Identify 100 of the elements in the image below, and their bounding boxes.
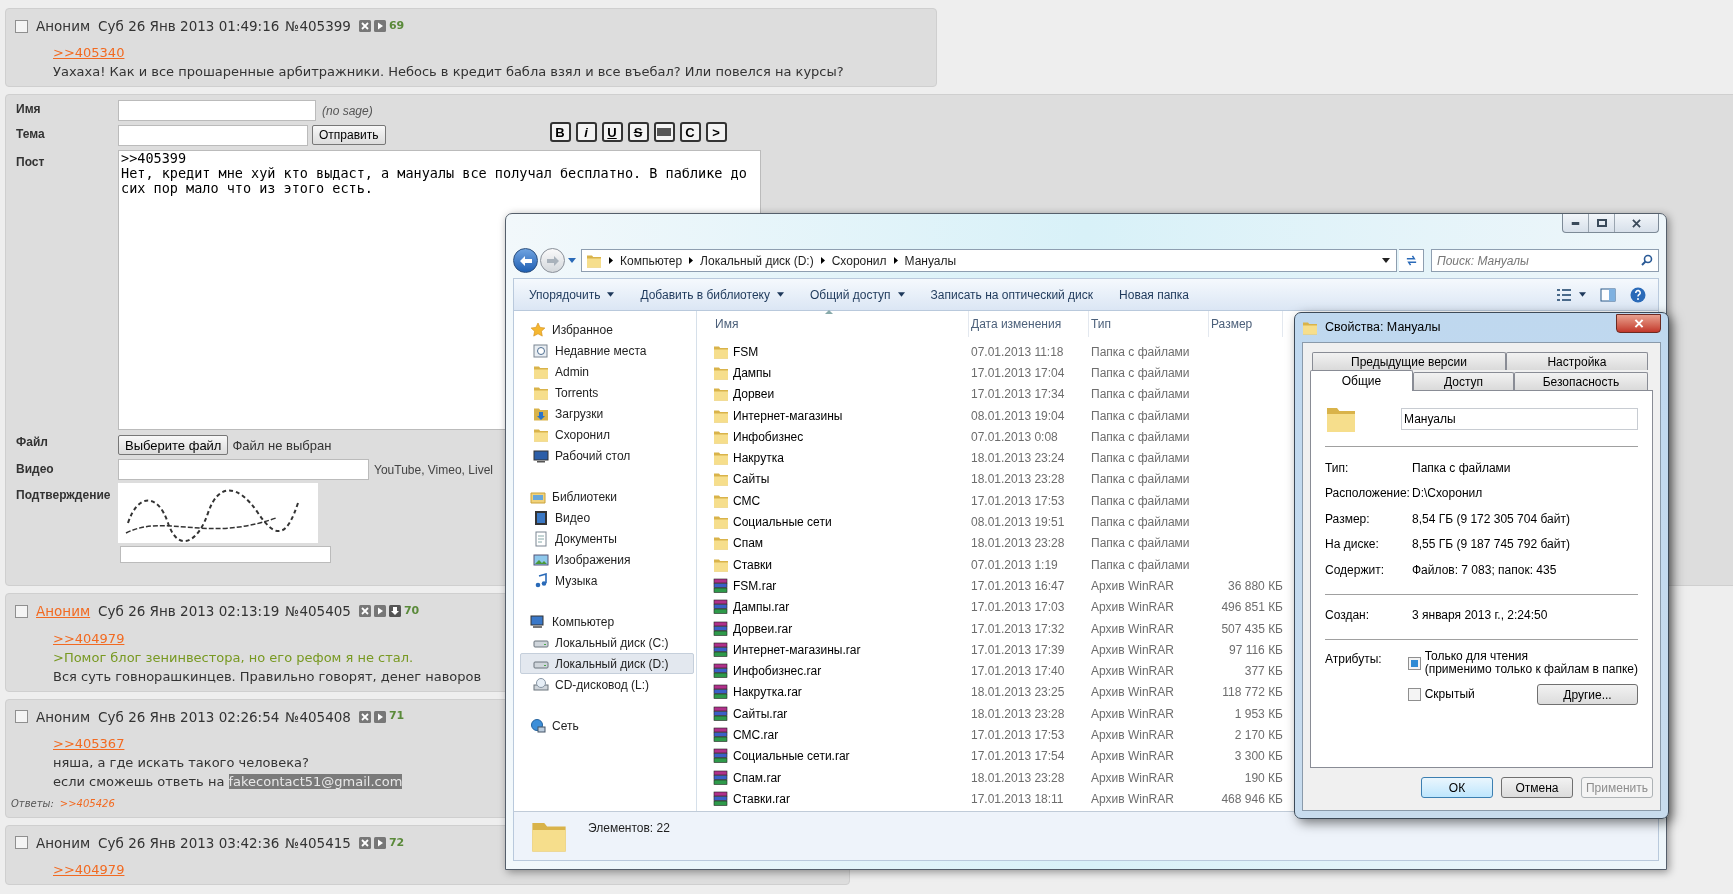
breadcrumb-item[interactable]: Компьютер [620, 251, 683, 270]
nav-group[interactable]: Компьютер [530, 611, 694, 632]
address-bar[interactable]: Компьютер Локальный диск (D:) Схоронил Мануалы [581, 249, 1397, 272]
checkbox[interactable] [15, 604, 28, 618]
checkbox[interactable] [15, 836, 28, 850]
chevron-icon[interactable] [820, 257, 825, 264]
folder-name-field[interactable]: Мануалы [1401, 408, 1638, 430]
preview-pane-icon[interactable] [1600, 287, 1616, 302]
column-header[interactable]: Дата изменения [969, 311, 1089, 337]
submit-button[interactable]: Отправить [312, 125, 386, 146]
breadcrumb-item[interactable]: Мануалы [904, 251, 957, 270]
checkbox-label[interactable]: Скрытый [1424, 688, 1475, 701]
toolbar-button[interactable]: Упорядочить [520, 281, 624, 308]
markup-button[interactable]: B [549, 122, 571, 143]
checkbox[interactable] [1407, 688, 1421, 701]
post-number[interactable]: №405399 [285, 16, 351, 37]
file-name[interactable]: Сайты [713, 470, 969, 489]
nav-item[interactable]: Torrents [520, 382, 694, 403]
file-name[interactable]: Интернет-магазины.rar [713, 640, 969, 659]
toolbar-button[interactable]: Общий доступ [800, 281, 914, 308]
other-attributes-button[interactable]: Другие... [1537, 684, 1638, 705]
file-name[interactable]: Инфобизнес.rar [713, 662, 969, 681]
play-icon[interactable] [373, 836, 386, 849]
help-icon[interactable] [1630, 286, 1646, 303]
tab[interactable]: Предыдущие версии [1312, 352, 1506, 370]
nav-item[interactable]: Локальный диск (D:) [520, 653, 694, 674]
nav-group[interactable]: Сеть [530, 715, 694, 736]
dialog-button[interactable]: ОК [1421, 777, 1493, 798]
chevron-icon[interactable] [689, 257, 694, 264]
checkbox[interactable] [1407, 656, 1421, 670]
nav-item[interactable]: CD-дисковод (L:) [520, 674, 694, 695]
markup-button[interactable]: S [627, 122, 649, 143]
close-button[interactable] [1616, 313, 1661, 333]
tab[interactable]: Доступ [1413, 372, 1514, 390]
file-name[interactable]: FSM.rar [713, 576, 969, 595]
nav-group[interactable]: Избранное [530, 319, 694, 340]
dialog-button[interactable]: Отмена [1501, 777, 1573, 798]
caret-icon[interactable] [1382, 258, 1390, 263]
tab[interactable]: Общие [1310, 370, 1413, 391]
choose-file-button[interactable]: Выберите файл [118, 435, 229, 456]
markup-button[interactable]: > [705, 122, 727, 143]
column-header[interactable]: Имя [713, 311, 969, 337]
markup-button[interactable] [653, 122, 675, 143]
column-header[interactable]: Тип [1089, 311, 1209, 337]
tab[interactable]: Настройка [1506, 352, 1648, 370]
close-icon[interactable] [358, 20, 371, 33]
file-name[interactable]: Ставки [713, 555, 969, 574]
file-name[interactable]: Дорвеи.rar [713, 619, 969, 638]
download-icon[interactable] [388, 605, 401, 618]
captcha-field[interactable] [120, 546, 331, 564]
name-field[interactable] [118, 100, 316, 122]
file-name[interactable]: Ставки.rar [713, 789, 969, 808]
subject-field[interactable] [118, 125, 308, 147]
file-name[interactable]: СМС [713, 491, 969, 510]
file-name[interactable]: Социальные сети.rar [713, 747, 969, 766]
markup-button[interactable]: i [575, 122, 597, 143]
markup-button[interactable]: U [601, 122, 623, 143]
nav-item[interactable]: Изображения [520, 549, 694, 570]
chevron-icon[interactable] [893, 257, 898, 264]
file-name[interactable]: Дампы.rar [713, 598, 969, 617]
close-icon[interactable] [358, 605, 371, 618]
markup-button[interactable]: C [679, 122, 701, 143]
toolbar-button[interactable]: Новая папка [1110, 281, 1199, 308]
tab[interactable]: Безопасность [1514, 372, 1648, 390]
nav-item[interactable]: Загрузки [520, 403, 694, 424]
nav-item[interactable]: Видео [520, 507, 694, 528]
file-name[interactable]: Накрутка [713, 449, 969, 468]
post-number[interactable]: №405408 [285, 706, 351, 727]
nav-item[interactable]: Недавние места [520, 340, 694, 361]
close-icon[interactable] [358, 710, 371, 723]
checkbox[interactable] [15, 710, 28, 724]
nav-group[interactable]: Библиотеки [530, 486, 694, 507]
nav-item[interactable]: Локальный диск (C:) [520, 632, 694, 653]
file-name[interactable]: Спам.rar [713, 768, 969, 787]
nav-item[interactable]: Admin [520, 361, 694, 382]
nav-item[interactable]: Документы [520, 528, 694, 549]
close-icon[interactable] [358, 836, 371, 849]
file-name[interactable]: Накрутка.rar [713, 683, 969, 702]
play-icon[interactable] [373, 710, 386, 723]
post-number[interactable]: №405405 [285, 601, 351, 622]
nav-item[interactable]: Рабочий стол [520, 445, 694, 466]
play-icon[interactable] [373, 605, 386, 618]
breadcrumb-item[interactable]: Схоронил [831, 251, 887, 270]
play-icon[interactable] [373, 20, 386, 33]
chevron-icon[interactable] [609, 257, 613, 264]
file-name[interactable]: Сайты.rar [713, 704, 969, 723]
toolbar-button[interactable]: Записать на оптический диск [921, 281, 1103, 308]
checkbox-label[interactable]: Только для чтения (применимо только к файлам в папке) [1424, 650, 1638, 676]
back-button[interactable] [513, 248, 538, 273]
refresh-button[interactable] [1399, 249, 1424, 272]
post-number[interactable]: №405415 [285, 832, 351, 853]
file-name[interactable]: Спам [713, 534, 969, 553]
video-field[interactable] [118, 459, 369, 481]
nav-item[interactable]: Музыка [520, 570, 694, 591]
file-name[interactable]: СМС.rar [713, 726, 969, 744]
file-name[interactable]: Социальные сети [713, 513, 969, 531]
search-field[interactable]: Поиск: Мануалы [1431, 249, 1659, 272]
view-list-icon[interactable] [1556, 287, 1572, 302]
checkbox[interactable] [15, 19, 28, 33]
column-header[interactable]: Размер [1209, 311, 1283, 337]
